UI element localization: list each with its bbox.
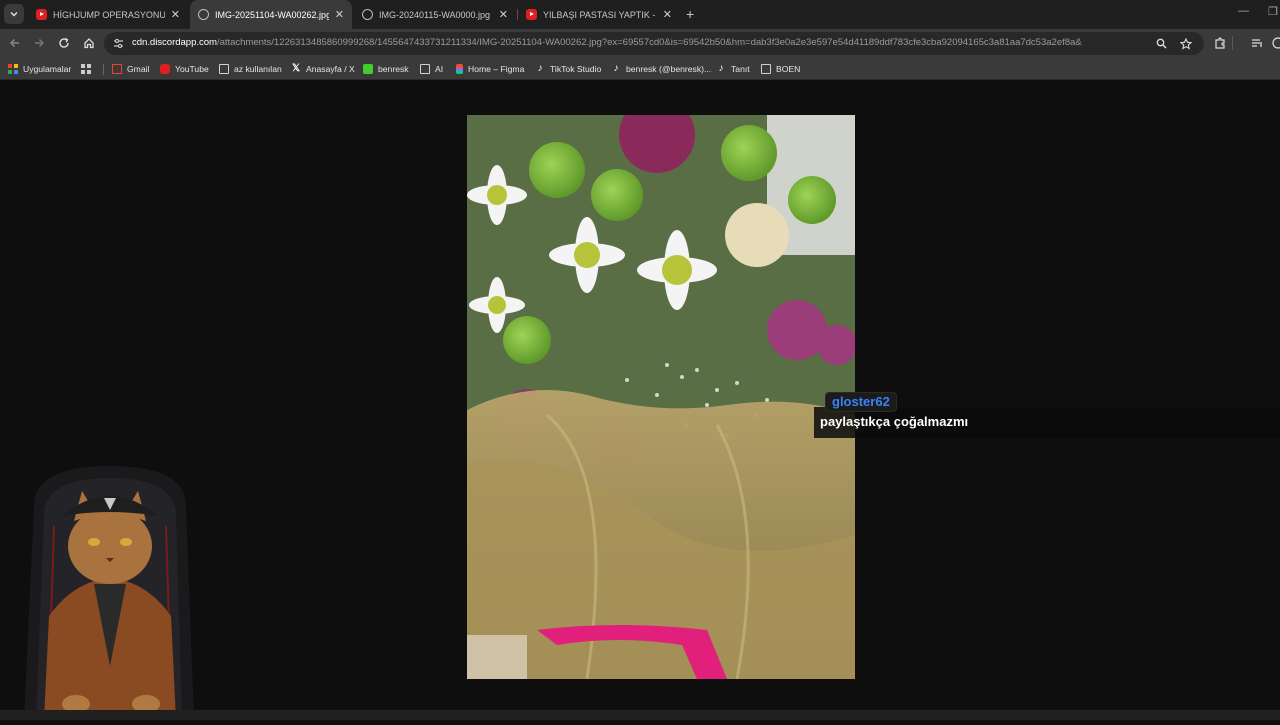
bookmark-figma[interactable]: Home – Figma [456,62,524,76]
bookmark-label: Anasayfa / X [306,64,355,74]
close-icon[interactable]: ✕ [663,8,672,21]
tab-img-20251104[interactable]: IMG-20251104-WA00262.jpg ( ✕ [190,0,352,29]
new-tab-button[interactable]: + [686,6,694,22]
forward-button[interactable] [31,35,47,51]
bookmark-ai[interactable]: AI [420,62,443,76]
bookmark-label: AI [435,64,444,74]
bookmark-gmail[interactable]: Gmail [112,62,149,76]
tiktok-icon: ♪ [613,63,619,74]
tab-highjump[interactable]: HİGHJUMP OPERASYONU - An ✕ [28,0,188,29]
bookmark-label: BOEN [776,64,801,74]
bookmark-boen[interactable]: BOEN [761,62,800,76]
tab-search-button[interactable] [4,4,24,24]
tab-title: IMG-20251104-WA00262.jpg ( [215,9,329,20]
reload-button[interactable] [56,35,72,51]
folder-icon [761,64,771,74]
figma-icon [456,64,463,74]
folder-icon [219,64,229,74]
x-icon: 𝕏 [291,63,301,74]
bookmark-label: Uygulamalar [23,64,72,74]
google-apps-icon [8,64,18,74]
bookmark-label: benresk [378,64,409,74]
youtube-icon [36,9,47,20]
bookmark-benresk-tiktok[interactable]: ♪ benresk (@benresk)... [611,62,712,76]
close-icon[interactable]: ✕ [171,8,180,21]
zoom-button[interactable] [1154,36,1169,51]
bookmark-benresk[interactable]: benresk [363,62,409,76]
bookmark-anasayfa-x[interactable]: 𝕏 Anasayfa / X [291,62,355,76]
tab-strip: HİGHJUMP OPERASYONU - An ✕ IMG-20251104-… [0,0,1280,29]
apps-grid-button[interactable] [81,62,96,76]
tab-title: HİGHJUMP OPERASYONU - An [53,9,165,20]
globe-icon [362,9,373,20]
puzzle-icon [1215,37,1225,49]
avatar-icon [1272,37,1280,49]
kick-icon [363,64,373,74]
bookmark-label: YouTube [175,64,209,74]
bouquet-image [467,115,855,679]
bookmark-az-kullanilan[interactable]: az kullanılan [219,62,282,76]
bookmark-youtube[interactable]: YouTube [160,62,209,76]
tab-img-20240115[interactable]: IMG-20240115-WA0000.jpg (1 ✕ [354,0,516,29]
apps-grid-icon [81,64,91,74]
tab-title: YILBAŞI PASTASI YAPTIK - YouT [543,9,657,20]
minimize-icon[interactable]: — [1238,5,1249,17]
taskbar-edge [0,710,1280,720]
home-icon [84,38,94,49]
bookmark-tiktok-studio[interactable]: ♪ TikTok Studio [535,62,602,76]
reload-icon [59,37,69,48]
bookmark-label: TikTok Studio [550,64,602,74]
browser-toolbar: cdn.discordapp.com/attachments/122631348… [0,29,1280,58]
close-icon[interactable]: ✕ [499,8,508,21]
site-info-icon[interactable] [112,37,125,50]
close-icon[interactable]: ✕ [335,8,344,21]
bookmarks-bar: Uygulamalar Gmail YouTube az kullanılan … [0,58,1280,80]
bookmark-label: az kullanılan [234,64,282,74]
bookmark-label: Home – Figma [468,64,525,74]
bookmark-uygulamalar[interactable]: Uygulamalar [8,62,71,76]
bookmark-label: benresk (@benresk)... [626,64,712,74]
bookmark-label: Gmail [127,64,150,74]
chat-message-text: paylaştıkça çoğalmazmı [820,414,969,429]
tab-yilbasi-pastasi[interactable]: YILBAŞI PASTASI YAPTIK - YouT ✕ [518,0,680,29]
youtube-icon [526,9,537,20]
tab-title: IMG-20240115-WA0000.jpg (1 [379,9,493,20]
star-icon [1179,37,1192,50]
back-button[interactable] [7,35,23,51]
chevron-down-icon [10,11,18,17]
address-bar[interactable]: cdn.discordapp.com/attachments/122631348… [104,32,1204,55]
url-host: cdn.discordapp.com [132,37,217,48]
media-queue-icon [1252,39,1262,47]
home-button[interactable] [81,35,97,51]
cat-avatar-image [24,466,194,721]
url-text[interactable]: cdn.discordapp.com/attachments/122631348… [132,37,1082,48]
chat-username: gloster62 [825,392,897,412]
bouquet-photo[interactable] [467,115,855,679]
folder-icon [420,64,430,74]
bookmark-tanit[interactable]: ♪ Tanıt [716,62,750,76]
streamer-cat-avatar [14,466,206,721]
toolbar-divider [1232,36,1233,50]
restore-icon[interactable]: ❐ [1268,5,1278,18]
gmail-icon [112,64,122,74]
tiktok-icon: ♪ [537,63,543,74]
bookmark-divider [103,64,104,75]
bookmark-label: Tanıt [731,64,750,74]
bookmark-star-button[interactable] [1178,36,1193,51]
profile-button[interactable] [1270,35,1280,51]
reading-list-button[interactable] [1249,35,1265,51]
url-path: /attachments/1226313485860999268/1455647… [216,37,1082,48]
tiktok-icon: ♪ [718,63,724,74]
zoom-icon [1156,38,1167,49]
arrow-right-icon [35,39,44,47]
arrow-left-icon [10,39,19,47]
youtube-icon [160,64,170,74]
globe-icon [198,9,209,20]
extensions-button[interactable] [1212,35,1228,51]
